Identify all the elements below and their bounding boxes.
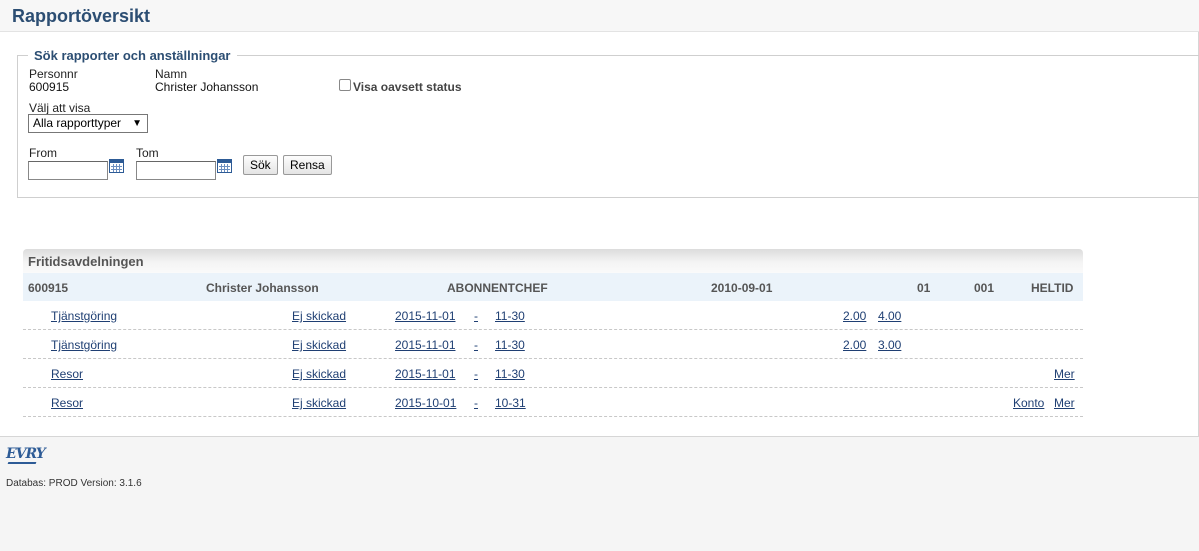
report-type-label: Välj att visa (29, 101, 91, 115)
calendar-icon[interactable] (109, 159, 124, 173)
employee-date: 2010-09-01 (711, 281, 773, 295)
report-account-link[interactable]: Konto (1013, 396, 1044, 410)
footer-info: Databas: PROD Version: 3.1.6 (6, 478, 142, 489)
report-to-link[interactable]: 11-30 (495, 367, 525, 381)
report-value1-link[interactable]: 2.00 (843, 309, 866, 323)
group-header: Fritidsavdelningen (23, 249, 1083, 273)
from-label: From (29, 146, 57, 160)
personnr-label: Personnr (29, 67, 78, 81)
main-panel: Rapportöversikt Sök rapporter och anstäl… (0, 0, 1199, 437)
search-legend: Sök rapporter och anställningar (34, 48, 231, 63)
name-label: Namn (155, 67, 188, 81)
report-status-link[interactable]: Ej skickad (292, 309, 346, 323)
to-label: Tom (136, 146, 159, 160)
report-to-link[interactable]: 10-31 (495, 396, 526, 410)
page-title: Rapportöversikt (12, 6, 151, 26)
report-from-link[interactable]: 2015-11-01 (395, 338, 456, 352)
evry-logo: EVRY (6, 446, 46, 462)
clear-button[interactable]: Rensa (283, 155, 332, 175)
report-sep-link[interactable]: - (474, 367, 478, 381)
report-status-link[interactable]: Ej skickad (292, 367, 346, 381)
from-date-input[interactable] (28, 161, 108, 180)
employee-code1: 01 (917, 281, 931, 295)
report-status-link[interactable]: Ej skickad (292, 396, 346, 410)
report-to-link[interactable]: 11-30 (495, 309, 525, 323)
employee-code2: 001 (974, 281, 995, 295)
table-row: Resor Ej skickad 2015-11-01 - 11-30 Mer (23, 359, 1083, 388)
report-type-link[interactable]: Tjänstgöring (51, 309, 117, 323)
table-row: Tjänstgöring Ej skickad 2015-11-01 - 11-… (23, 301, 1083, 330)
employee-name: Christer Johansson (206, 281, 319, 295)
chevron-down-icon: ▼ (132, 118, 142, 129)
name-value: Christer Johansson (155, 80, 259, 94)
report-type-selected: Alla rapporttyper (33, 116, 122, 130)
table-row: Resor Ej skickad 2015-10-01 - 10-31 Kont… (23, 388, 1083, 417)
employee-row: 600915 Christer Johansson ABONNENTCHEF 2… (23, 273, 1083, 301)
report-group: Fritidsavdelningen 600915 Christer Johan… (23, 249, 1083, 417)
title-bar: Rapportöversikt (0, 0, 1199, 32)
show-all-status-checkbox[interactable] (339, 77, 351, 91)
checkbox-box[interactable] (339, 78, 351, 91)
report-to-link[interactable]: 11-30 (495, 338, 525, 352)
report-value2-link[interactable]: 3.00 (878, 338, 901, 352)
report-type-select[interactable]: Alla rapporttyper ▼ (28, 114, 148, 133)
report-type-link[interactable]: Tjänstgöring (51, 338, 117, 352)
report-status-link[interactable]: Ej skickad (292, 338, 346, 352)
employee-personnr: 600915 (28, 281, 69, 295)
to-date-input[interactable] (136, 161, 216, 180)
report-from-link[interactable]: 2015-10-01 (395, 396, 456, 410)
report-from-link[interactable]: 2015-11-01 (395, 309, 456, 323)
report-more-link[interactable]: Mer (1054, 396, 1075, 410)
personnr-value: 600915 (29, 80, 70, 94)
report-sep-link[interactable]: - (474, 396, 478, 410)
employee-type: HELTID (1031, 281, 1074, 295)
report-value1-link[interactable]: 2.00 (843, 338, 866, 352)
table-row: Tjänstgöring Ej skickad 2015-11-01 - 11-… (23, 330, 1083, 359)
report-from-link[interactable]: 2015-11-01 (395, 367, 456, 381)
report-sep-link[interactable]: - (474, 309, 478, 323)
show-all-status-label[interactable]: Visa oavsett status (353, 80, 462, 94)
search-button[interactable]: Sök (243, 155, 278, 175)
calendar-icon[interactable] (217, 159, 232, 173)
report-value2-link[interactable]: 4.00 (878, 309, 901, 323)
employee-role: ABONNENTCHEF (447, 281, 548, 295)
report-type-link[interactable]: Resor (51, 367, 83, 381)
report-more-link[interactable]: Mer (1054, 367, 1075, 381)
report-sep-link[interactable]: - (474, 338, 478, 352)
report-type-link[interactable]: Resor (51, 396, 83, 410)
